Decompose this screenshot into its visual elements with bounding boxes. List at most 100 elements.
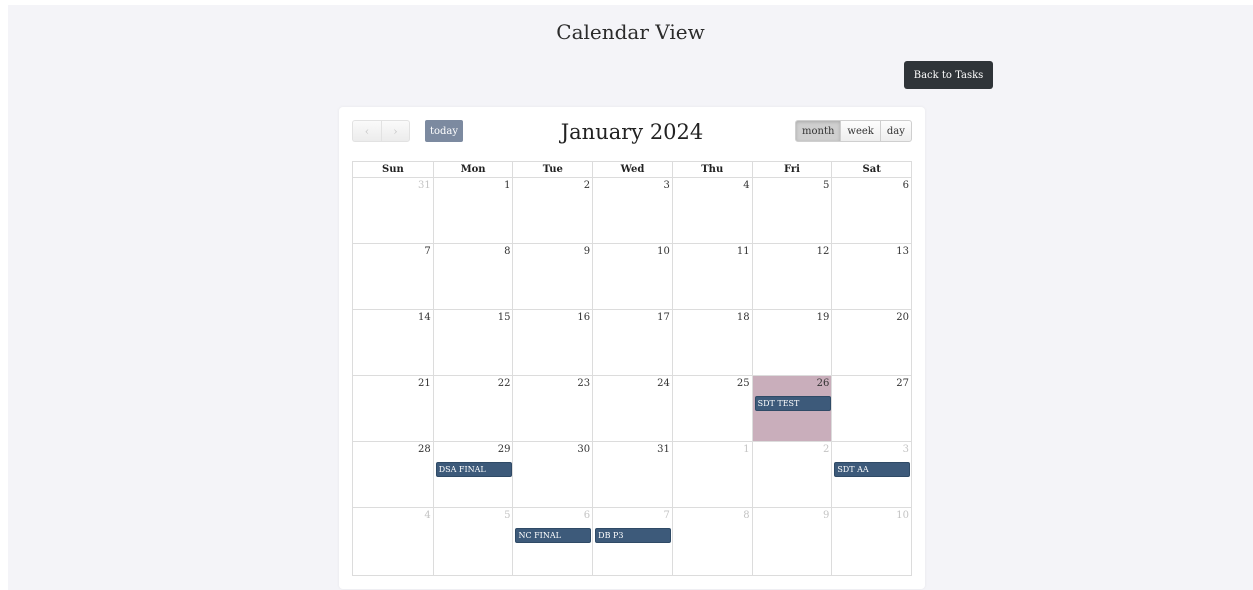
day-number: 28 — [417, 444, 431, 455]
day-cell[interactable]: 11 — [671, 244, 752, 309]
day-cell[interactable]: 28 — [353, 442, 433, 507]
day-number: 5 — [504, 510, 511, 521]
day-cell[interactable]: 5 — [751, 178, 832, 243]
month-grid: Sun Mon Tue Wed Thu Fri Sat 31 1 2 3 4 5 6 7 8 9 1… — [352, 161, 912, 576]
day-number: 10 — [896, 510, 910, 521]
day-number: 17 — [657, 312, 670, 323]
day-number: 2 — [583, 180, 591, 191]
calendar-event[interactable]: DSA FINAL — [435, 462, 512, 477]
day-cell[interactable]: 26 SDT TEST — [751, 376, 832, 441]
day-cell[interactable]: 3 — [592, 178, 672, 243]
next-month-button[interactable]: › — [381, 120, 410, 142]
day-number: 19 — [816, 312, 830, 323]
day-cell[interactable]: 8 — [432, 244, 513, 309]
day-cell[interactable]: 1 — [671, 442, 752, 507]
day-number: 6 — [583, 510, 591, 521]
view-month-button[interactable]: month — [795, 120, 842, 142]
day-cell[interactable]: 23 — [512, 376, 592, 441]
day-cell[interactable]: 14 — [353, 310, 433, 375]
day-number: 15 — [497, 312, 511, 323]
day-number: 16 — [577, 312, 591, 323]
weekday-header: Tue — [512, 162, 592, 177]
day-cell[interactable]: 10 — [592, 244, 672, 309]
day-number: 25 — [736, 378, 750, 389]
day-cell[interactable]: 31 — [592, 442, 672, 507]
day-cell[interactable]: 6 — [831, 178, 911, 243]
day-number: 9 — [822, 510, 830, 521]
day-number: 7 — [663, 510, 670, 521]
back-to-tasks-button[interactable]: Back to Tasks — [904, 61, 993, 89]
page-title: Calendar View — [556, 20, 705, 44]
week-row: 7 8 9 10 11 12 13 — [353, 244, 911, 310]
weekday-header-row: Sun Mon Tue Wed Thu Fri Sat — [353, 162, 911, 178]
day-number: 31 — [657, 444, 670, 455]
day-number: 20 — [896, 312, 910, 323]
day-cell[interactable]: 22 — [432, 376, 513, 441]
day-number: 4 — [743, 180, 750, 191]
day-cell[interactable]: 9 — [751, 508, 832, 576]
day-cell[interactable]: 4 — [671, 178, 752, 243]
week-row: 14 15 16 17 18 19 20 — [353, 310, 911, 376]
day-cell[interactable]: 5 — [432, 508, 513, 576]
day-cell[interactable]: 27 — [831, 376, 911, 441]
day-cell[interactable]: 7 DB P3 — [592, 508, 672, 576]
prev-month-button[interactable]: ‹ — [352, 120, 381, 142]
chevron-left-icon: ‹ — [364, 124, 370, 138]
calendar-event[interactable]: SDT AA — [834, 462, 911, 477]
day-number: 2 — [822, 444, 830, 455]
weeks-container: 31 1 2 3 4 5 6 7 8 9 10 11 12 13 14 15 16 17 18 19 20 21 22 23 2… — [353, 178, 911, 576]
day-number: 8 — [504, 246, 511, 257]
day-number: 3 — [663, 180, 670, 191]
day-cell[interactable]: 7 — [353, 244, 433, 309]
day-cell[interactable]: 30 — [512, 442, 592, 507]
weekday-header: Wed — [592, 162, 672, 177]
day-cell[interactable]: 12 — [751, 244, 832, 309]
day-cell[interactable]: 2 — [512, 178, 592, 243]
day-cell[interactable]: 20 — [831, 310, 911, 375]
day-cell[interactable]: 25 — [671, 376, 752, 441]
day-number: 7 — [424, 246, 431, 257]
day-number: 31 — [417, 180, 431, 191]
day-number: 13 — [896, 246, 910, 257]
day-number: 1 — [743, 444, 750, 455]
day-number: 30 — [577, 444, 591, 455]
day-number: 29 — [497, 444, 511, 455]
day-cell[interactable]: 19 — [751, 310, 832, 375]
day-number: 6 — [902, 180, 910, 191]
today-button[interactable]: today — [425, 120, 463, 142]
day-number: 23 — [577, 378, 591, 389]
day-cell[interactable]: 24 — [592, 376, 672, 441]
day-number: 9 — [583, 246, 591, 257]
day-cell[interactable]: 6 NC FINAL — [512, 508, 592, 576]
day-cell[interactable]: 15 — [432, 310, 513, 375]
day-cell[interactable]: 2 — [751, 442, 832, 507]
day-cell[interactable]: 4 — [353, 508, 433, 576]
day-cell[interactable]: 3 SDT AA — [831, 442, 911, 507]
day-number: 5 — [822, 180, 830, 191]
week-row: 4 5 6 NC FINAL 7 DB P3 8 9 10 — [353, 508, 911, 576]
day-cell[interactable]: 17 — [592, 310, 672, 375]
day-number: 4 — [424, 510, 431, 521]
weekday-header: Thu — [671, 162, 752, 177]
day-cell[interactable]: 10 — [831, 508, 911, 576]
day-number: 22 — [497, 378, 511, 389]
day-number: 8 — [743, 510, 750, 521]
day-cell[interactable]: 16 — [512, 310, 592, 375]
day-number: 21 — [417, 378, 431, 389]
day-cell[interactable]: 13 — [831, 244, 911, 309]
day-cell[interactable]: 18 — [671, 310, 752, 375]
view-day-button[interactable]: day — [879, 120, 912, 142]
day-cell[interactable]: 29 DSA FINAL — [432, 442, 513, 507]
calendar-event[interactable]: DB P3 — [595, 528, 672, 543]
day-cell[interactable]: 31 — [353, 178, 433, 243]
view-switcher: month week day — [795, 120, 912, 142]
prev-next-group: ‹ › — [352, 120, 410, 142]
day-cell[interactable]: 8 — [671, 508, 752, 576]
day-cell[interactable]: 1 — [432, 178, 513, 243]
view-week-button[interactable]: week — [840, 120, 881, 142]
calendar-event[interactable]: NC FINAL — [515, 528, 592, 543]
weekday-header: Sun — [381, 164, 404, 175]
day-cell[interactable]: 9 — [512, 244, 592, 309]
calendar-event[interactable]: SDT TEST — [754, 396, 831, 411]
day-cell[interactable]: 21 — [353, 376, 433, 441]
